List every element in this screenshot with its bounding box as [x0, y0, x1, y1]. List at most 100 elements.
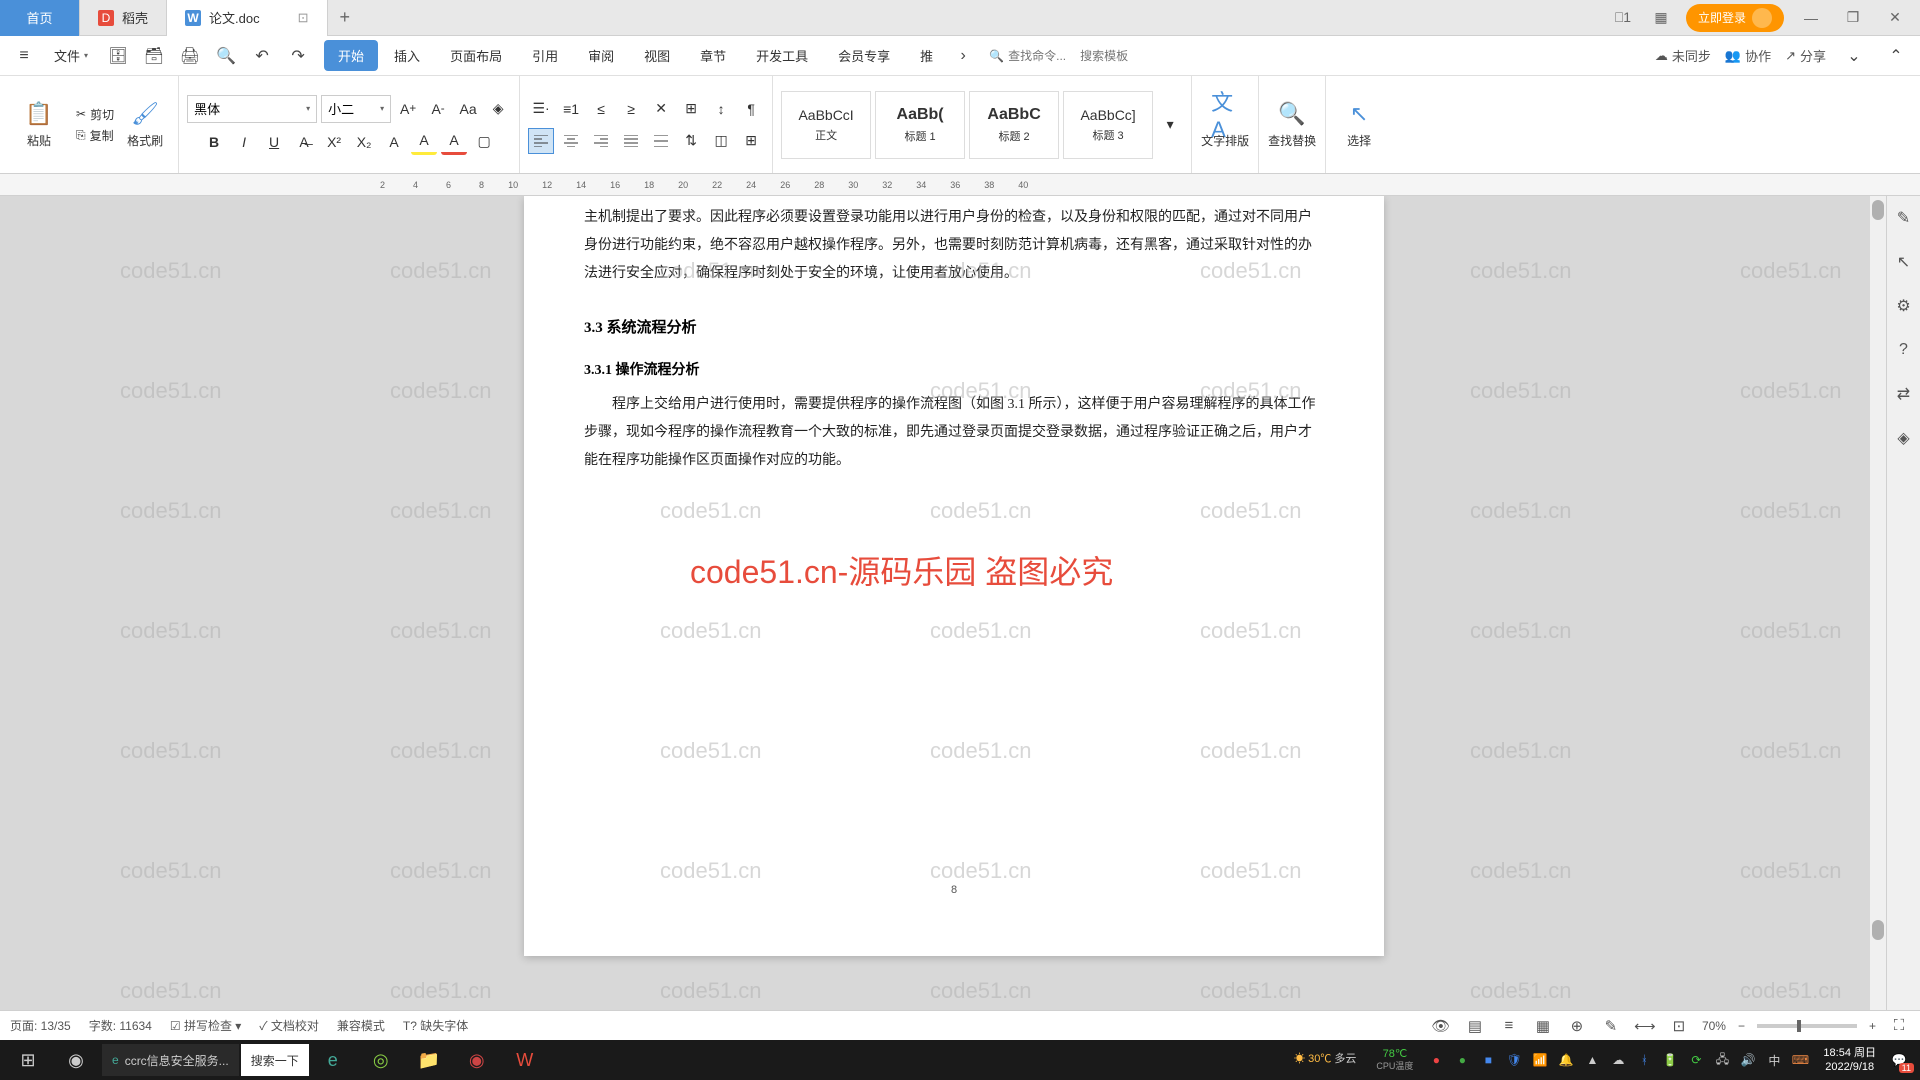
ribbon-tab-layout[interactable]: 页面布局: [436, 40, 516, 71]
tray-icon-3[interactable]: ■: [1477, 1049, 1499, 1071]
select-tool-icon[interactable]: ↖: [1892, 250, 1916, 274]
task-edge[interactable]: e: [309, 1040, 357, 1080]
show-marks-button[interactable]: ¶: [738, 96, 764, 122]
template-search[interactable]: [1080, 49, 1150, 63]
tray-icon-battery[interactable]: 🔋: [1659, 1049, 1681, 1071]
number-list-button[interactable]: ≡1: [558, 96, 584, 122]
align-center-button[interactable]: [558, 128, 584, 154]
superscript-button[interactable]: X²: [321, 129, 347, 155]
fit-page-icon[interactable]: ⊡: [1668, 1015, 1690, 1037]
fit-width-icon[interactable]: ⟷: [1634, 1015, 1656, 1037]
bullet-list-button[interactable]: ☰·: [528, 96, 554, 122]
font-size-select[interactable]: 小二 ▾: [321, 95, 391, 123]
align-distribute-button[interactable]: [648, 128, 674, 154]
sync-status[interactable]: ☁ 未同步: [1655, 46, 1711, 65]
ribbon-tab-start[interactable]: 开始: [324, 40, 378, 71]
strikethrough-button[interactable]: A̶: [291, 129, 317, 155]
ribbon-tab-insert[interactable]: 插入: [380, 40, 434, 71]
clock-widget[interactable]: 18:54 周日 2022/9/18: [1815, 1046, 1884, 1075]
decrease-indent-button[interactable]: ≤: [588, 96, 614, 122]
help-icon[interactable]: ?: [1892, 338, 1916, 362]
tray-icon-2[interactable]: ●: [1451, 1049, 1473, 1071]
collapse-ribbon-icon[interactable]: ⌄: [1840, 42, 1868, 70]
tab-document[interactable]: W 论文.doc ⊡: [167, 0, 327, 36]
redo-icon[interactable]: ↷: [284, 42, 312, 70]
window-mode-icon[interactable]: ⎕1: [1610, 5, 1636, 31]
ruler[interactable]: 2 4 6 8 10 12 14 16 18 20 22 24 26 28 30…: [0, 174, 1920, 196]
style-heading1[interactable]: AaBb( 标题 1: [875, 91, 965, 159]
tab-home[interactable]: 首页: [0, 0, 80, 36]
shading-button[interactable]: ◫: [708, 128, 734, 154]
task-wps[interactable]: W: [501, 1040, 549, 1080]
align-right-button[interactable]: [588, 128, 614, 154]
task-explorer[interactable]: 📁: [405, 1040, 453, 1080]
change-case-button[interactable]: Aa: [455, 96, 481, 122]
file-menu[interactable]: 文件 ▾: [46, 46, 96, 65]
cpu-temp-widget[interactable]: 78℃ CPU温度: [1368, 1048, 1421, 1072]
document-area[interactable]: 主机制提出了要求。因此程序必须要设置登录功能用以进行用户身份的检查，以及身份和权…: [0, 196, 1886, 1040]
tray-icon-shield[interactable]: 🛡: [1503, 1049, 1525, 1071]
cut-button[interactable]: ✂ 剪切: [76, 106, 114, 123]
spellcheck-toggle[interactable]: ☑ 拼写检查 ▾: [170, 1017, 241, 1034]
word-count[interactable]: 字数: 11634: [89, 1017, 152, 1034]
paragraph-1[interactable]: 主机制提出了要求。因此程序必须要设置登录功能用以进行用户身份的检查，以及身份和权…: [584, 204, 1324, 288]
subscript-button[interactable]: X₂: [351, 129, 377, 155]
undo-icon[interactable]: ↶: [248, 42, 276, 70]
tab-menu-icon[interactable]: ⊡: [298, 10, 309, 26]
tray-icon-wifi[interactable]: 📶: [1529, 1049, 1551, 1071]
font-name-select[interactable]: 黑体 ▾: [187, 95, 317, 123]
settings-tool-icon[interactable]: ⚙: [1892, 294, 1916, 318]
start-button[interactable]: ⊞: [4, 1040, 52, 1080]
task-app-2[interactable]: ◎: [357, 1040, 405, 1080]
grow-font-button[interactable]: A+: [395, 96, 421, 122]
collab-button[interactable]: 👥 协作: [1725, 46, 1771, 65]
translate-icon[interactable]: ⇄: [1892, 382, 1916, 406]
select-button[interactable]: ↖ 选择: [1334, 100, 1384, 149]
save-icon[interactable]: 🗄: [104, 42, 132, 70]
increase-indent-button[interactable]: ≥: [618, 96, 644, 122]
italic-button[interactable]: I: [231, 129, 257, 155]
ribbon-tab-member[interactable]: 会员专享: [824, 40, 904, 71]
borders-button[interactable]: ⊞: [738, 128, 764, 154]
apps-grid-icon[interactable]: ▦: [1648, 5, 1674, 31]
compat-mode[interactable]: 兼容模式: [337, 1017, 385, 1034]
share-button[interactable]: ↗ 分享: [1785, 46, 1826, 65]
minimize-button[interactable]: —: [1796, 5, 1826, 31]
taskbar-search[interactable]: 搜索一下: [241, 1044, 309, 1076]
line-spacing-button[interactable]: ⇅: [678, 128, 704, 154]
zoom-value[interactable]: 70%: [1702, 1019, 1726, 1033]
bold-button[interactable]: B: [201, 129, 227, 155]
ime-indicator[interactable]: 中: [1763, 1049, 1785, 1071]
tray-icon-up[interactable]: ▲: [1581, 1049, 1603, 1071]
sort-button[interactable]: ↕: [708, 96, 734, 122]
clipboard-tool-icon[interactable]: ◈: [1892, 426, 1916, 450]
style-heading2[interactable]: AaBbC 标题 2: [969, 91, 1059, 159]
print-preview-icon[interactable]: 🔍: [212, 42, 240, 70]
style-heading3[interactable]: AaBbCc] 标题 3: [1063, 91, 1153, 159]
restore-button[interactable]: ❐: [1838, 5, 1868, 31]
ribbon-tab-view[interactable]: 视图: [630, 40, 684, 71]
text-layout-button[interactable]: 文A 文字排版: [1200, 100, 1250, 149]
task-app-3[interactable]: ◉: [453, 1040, 501, 1080]
document-page[interactable]: 主机制提出了要求。因此程序必须要设置登录功能用以进行用户身份的检查，以及身份和权…: [524, 196, 1384, 956]
heading-3-3[interactable]: 3.3 系统流程分析: [584, 316, 1324, 337]
notification-button[interactable]: 💬: [1888, 1049, 1910, 1071]
scroll-thumb-bottom[interactable]: [1872, 920, 1884, 940]
scroll-thumb-top[interactable]: [1872, 200, 1884, 220]
expand-ribbon-icon[interactable]: ⌃: [1882, 42, 1910, 70]
tray-icon-sync[interactable]: ⟳: [1685, 1049, 1707, 1071]
align-justify-button[interactable]: [618, 128, 644, 154]
text-effect-button[interactable]: A: [381, 129, 407, 155]
tray-icon-volume[interactable]: 🔊: [1737, 1049, 1759, 1071]
find-replace-button[interactable]: 🔍 查找替换: [1267, 100, 1317, 149]
eye-icon[interactable]: 👁: [1430, 1015, 1452, 1037]
web-view-icon[interactable]: ▦: [1532, 1015, 1554, 1037]
fullscreen-icon[interactable]: ⛶: [1888, 1015, 1910, 1037]
missing-font[interactable]: T? 缺失字体: [403, 1017, 468, 1034]
tray-icon-network[interactable]: 🖧: [1711, 1049, 1733, 1071]
weather-widget[interactable]: ☀ 30℃ 多云: [1286, 1053, 1364, 1066]
zoom-slider[interactable]: [1757, 1024, 1857, 1028]
paste-button[interactable]: 📋 粘贴: [14, 100, 64, 149]
char-shading-button[interactable]: ▢: [471, 129, 497, 155]
zoom-out-button[interactable]: −: [1738, 1019, 1745, 1033]
